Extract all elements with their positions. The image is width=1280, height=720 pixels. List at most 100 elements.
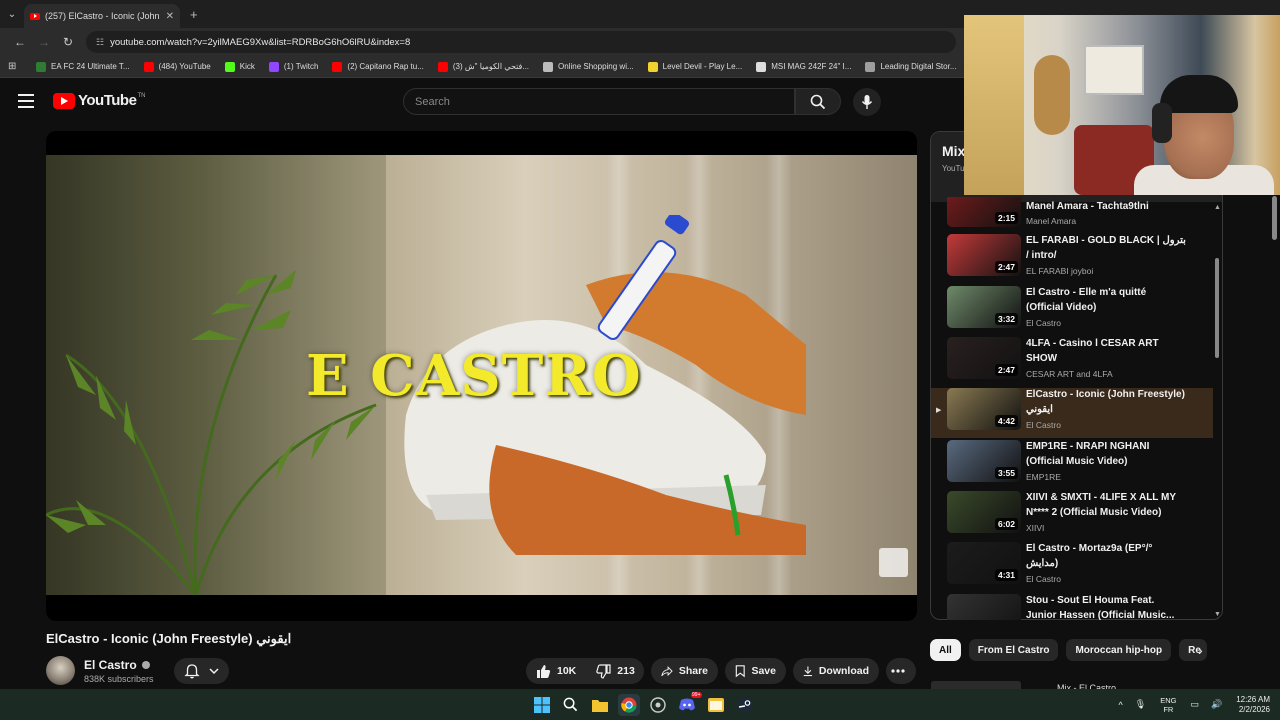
playlist-thumbnail[interactable]: 2:47 [947,337,1021,379]
voice-search-button[interactable] [853,88,881,116]
filter-chip[interactable]: All [930,639,961,661]
playlist-item[interactable]: 6:02 XIIVI & SMXTI - 4LIFE X ALL MY N****… [931,491,1213,541]
playlist-item-channel: EMP1RE [1026,472,1061,482]
search-input[interactable]: Search [403,88,795,115]
save-label: Save [751,665,776,677]
next-recommendation-thumbnail[interactable] [931,681,1021,689]
playlist-item-title[interactable]: XIIVI & SMXTI - 4LIFE X ALL MY N**** 2 (… [1026,491,1186,520]
playlist-item-channel: El Castro [1026,574,1061,584]
tray-microphone-icon[interactable]: 🎙 [1135,699,1146,710]
bookmark-item[interactable]: Kick [224,61,255,72]
windows-start-icon[interactable] [531,694,553,716]
menu-hamburger-icon[interactable] [18,94,34,108]
playlist-item[interactable]: 4:31 El Castro - Mortaz9a (EP°/° مدايش) El… [931,542,1213,592]
bookmark-label: Level Devil - Play Le... [662,62,743,71]
search-icon [810,94,826,109]
channel-watermark-icon[interactable] [879,548,908,577]
playlist-item[interactable]: 3:55 EMP1RE - NRAPI NGHANI (Official Musi… [931,440,1213,490]
playlist-item-channel: El Castro [1026,420,1061,430]
video-duration: 2:15 [994,212,1018,224]
chevron-right-icon[interactable]: › [1198,642,1203,658]
apps-grid-icon[interactable]: ⊞ [8,61,22,72]
playlist-thumbnail[interactable]: 3:32 [947,286,1021,328]
bookmark-favicon-icon [332,61,343,72]
playlist-thumbnail[interactable]: 2:47 [947,234,1021,276]
bookmark-item[interactable]: EA FC 24 Ultimate T... [36,61,130,72]
playlist-thumbnail[interactable] [947,594,1021,620]
bookmark-item[interactable]: Leading Digital Stor... [865,61,956,72]
browser-tab-active[interactable]: (257) ElCastro - Iconic (John Fre ✕ [24,4,180,28]
discord-icon[interactable]: 99+ [676,691,702,716]
video-player[interactable]: E CASTRO [46,131,917,621]
playlist-item[interactable]: Stou - Sout El Houma Feat. Junior Hassen… [931,594,1213,620]
video-duration: 3:55 [994,467,1018,479]
tab-search-button[interactable]: ⌄ [0,0,24,28]
forward-arrow-icon[interactable]: → [32,35,56,49]
playlist-item-title[interactable]: ElCastro - Iconic (John Freestyle) ايقون… [1026,388,1186,417]
playlist-thumbnail[interactable]: 3:55 [947,440,1021,482]
playlist-scroll-up-icon[interactable]: ▲ [1214,204,1221,211]
filter-chip[interactable]: From El Castro [968,639,1059,661]
playlist-item[interactable]: 2:47 EL FARABI - GOLD BLACK | بترول / int… [931,234,1213,284]
playlist-item-title[interactable]: El Castro - Mortaz9a (EP°/° مدايش) [1026,542,1186,571]
system-clock[interactable]: 12:26 AM 2/2/2026 [1236,695,1270,715]
more-actions-button[interactable] [886,658,916,684]
playlist-item-title[interactable]: EL FARABI - GOLD BLACK | بترول / intro/ [1026,234,1186,263]
playlist-thumbnail[interactable]: 4:31 [947,542,1021,584]
taskbar-search-icon[interactable] [560,694,582,716]
bookmark-favicon-icon [437,61,448,72]
language-indicator[interactable]: ENG FR [1160,696,1176,714]
playlist-item[interactable]: ▶ 4:42 ElCastro - Iconic (John Freestyle) … [931,388,1213,438]
tray-overflow-chevron-icon[interactable]: ^ [1119,700,1123,710]
file-explorer-icon[interactable] [589,694,611,716]
playlist-item-title[interactable]: El Castro - Elle m'a quitté (Official Vi… [1026,286,1186,315]
url-bar[interactable]: ☷ youtube.com/watch?v=2yilMAEG9Xw&list=R… [86,31,956,53]
steam-tray-app-icon[interactable] [647,694,669,716]
bookmark-item[interactable]: MSI MAG 242F 24" I... [756,61,851,72]
bookmark-favicon-icon [268,61,279,72]
dislike-button[interactable]: 213 [586,658,645,684]
reload-icon[interactable]: ↻ [56,35,80,49]
playlist-scrollbar[interactable] [1215,258,1219,358]
download-button[interactable]: Download [793,658,879,684]
volume-icon[interactable]: 🔊 [1211,699,1222,710]
playlist-scroll-down-icon[interactable]: ▼ [1214,611,1221,618]
video-duration: 4:31 [994,569,1018,581]
playlist-item[interactable]: 3:32 El Castro - Elle m'a quitté (Officia… [931,286,1213,336]
playlist-item-title[interactable]: EMP1RE - NRAPI NGHANI (Official Music Vi… [1026,440,1186,469]
bookmark-label: (3) فتحي الكوميا "ش... [452,62,530,71]
channel-avatar[interactable] [46,656,75,685]
network-icon[interactable]: ▭ [1190,699,1199,710]
page-scrollbar[interactable] [1272,196,1277,240]
notifications-button[interactable] [174,658,229,684]
tab-close-icon[interactable]: ✕ [166,11,174,22]
steam-icon[interactable] [734,694,756,716]
recommendation-chips: All From El Castro Moroccan hip-hop Re [930,638,1215,662]
bookmark-item[interactable]: (3) فتحي الكوميا "ش... [437,61,530,72]
playlist-item-title[interactable]: 4LFA - Casino l CESAR ART SHOW [1026,337,1186,366]
chrome-browser-icon[interactable] [617,693,640,716]
site-info-icon[interactable]: ☷ [96,37,104,48]
filter-chip[interactable]: Moroccan hip-hop [1066,639,1172,661]
bookmark-item[interactable]: (1) Twitch [268,61,318,72]
playlist-thumbnail[interactable]: 4:42 [947,388,1021,430]
playlist-item-title[interactable]: Manel Amara - Tachta9tlni [1026,200,1186,215]
app-window-icon[interactable] [705,694,727,716]
playlist-item[interactable]: 2:47 4LFA - Casino l CESAR ART SHOW CESAR … [931,337,1213,387]
bookmark-item[interactable]: Level Devil - Play Le... [647,61,743,72]
search-button[interactable] [795,88,841,115]
playlist-thumbnail[interactable]: 6:02 [947,491,1021,533]
new-tab-button[interactable]: + [190,7,198,22]
save-button[interactable]: Save [725,658,786,684]
back-arrow-icon[interactable]: ← [8,35,32,49]
youtube-logo[interactable]: YouTube TN [53,92,145,109]
playlist-item[interactable]: 2:15 Manel Amara - Tachta9tlni Manel Amara [931,197,1213,227]
channel-name-link[interactable]: El Castro [84,658,150,672]
bookmark-item[interactable]: (2) Capitano Rap tu... [332,61,424,72]
bookmark-item[interactable]: Online Shopping wi... [543,61,634,72]
share-button[interactable]: Share [651,658,718,684]
like-button[interactable]: 10K [526,658,586,684]
bookmark-item[interactable]: (484) YouTube [143,61,211,72]
playlist-thumbnail[interactable]: 2:15 [947,197,1021,227]
playlist-item-title[interactable]: Stou - Sout El Houma Feat. Junior Hassen… [1026,594,1186,620]
